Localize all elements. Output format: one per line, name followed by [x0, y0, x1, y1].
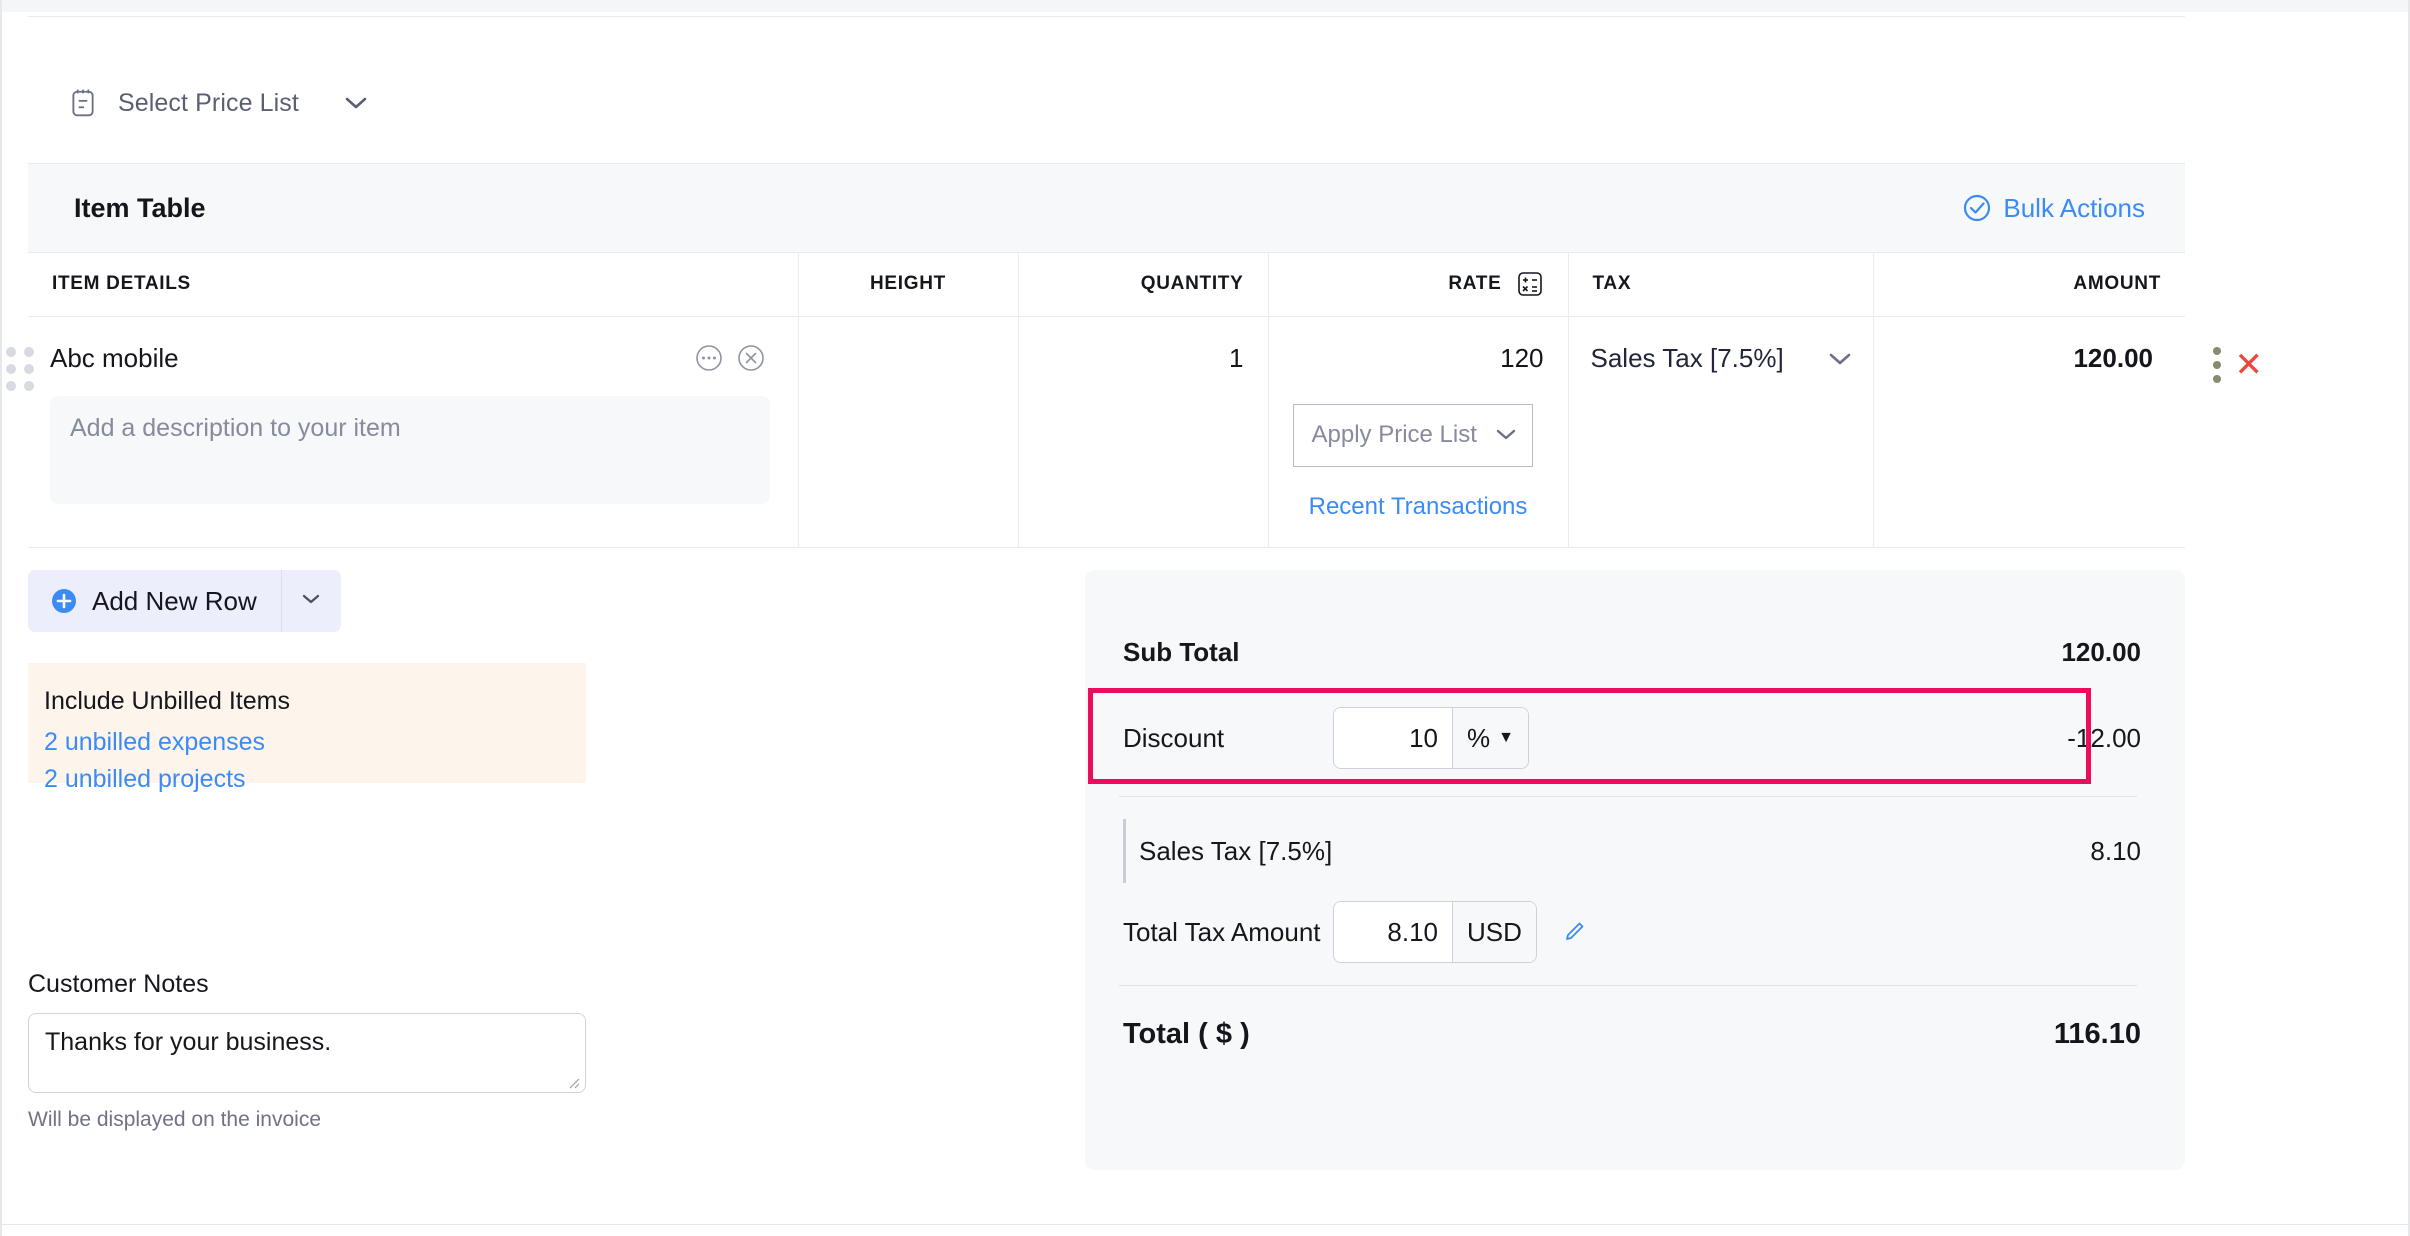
col-header-item-details: ITEM DETAILS [28, 253, 798, 317]
frame-left-border [0, 0, 2, 1236]
item-table-title: Item Table [74, 192, 206, 223]
discount-value: -12.00 [2067, 722, 2141, 753]
item-table-header: Item Table Bulk Actions [28, 163, 2185, 253]
item-name[interactable]: Abc mobile [50, 343, 179, 374]
tax-dropdown[interactable]: Sales Tax [7.5%] [1569, 317, 1873, 374]
total-tax-input[interactable] [1334, 902, 1452, 962]
discount-label: Discount [1123, 722, 1225, 753]
chevron-down-icon: ▼ [1498, 729, 1514, 746]
grand-total-label: Total ( $ ) [1123, 1017, 1250, 1050]
check-circle-icon [1962, 193, 1992, 223]
invoice-item-editor-page: Select Price List Item Table Bulk Action… [0, 0, 2410, 1236]
apply-price-list-label: Apply Price List [1311, 421, 1477, 448]
total-tax-label: Total Tax Amount [1123, 916, 1321, 947]
add-new-row-button[interactable]: Add New Row [28, 570, 281, 632]
chevron-down-icon [1827, 343, 1853, 374]
total-tax-currency: USD [1452, 902, 1536, 962]
customer-notes-hint: Will be displayed on the invoice [28, 1108, 321, 1131]
cell-tax: Sales Tax [7.5%] [1567, 316, 1873, 548]
select-price-list-dropdown[interactable]: Select Price List [70, 88, 369, 118]
add-new-row-label: Add New Row [92, 585, 257, 616]
top-divider [28, 16, 2185, 17]
add-new-row-button-group[interactable]: Add New Row [28, 570, 341, 632]
cell-amount: 120.00 ✕ [1872, 316, 2263, 548]
total-tax-currency-label: USD [1467, 916, 1522, 947]
totals-divider-1 [1119, 796, 2137, 797]
cell-item-details: Abc mobile Add a description to your ite… [6, 316, 798, 548]
item-table-head: ITEM DETAILS HEIGHT QUANTITY RATE TAX AM… [28, 253, 2185, 317]
recent-transactions-link[interactable]: Recent Transactions [1293, 493, 1544, 521]
cell-rate: 120 Apply Price List Recent Transactions [1267, 316, 1568, 548]
delete-row-icon[interactable]: ✕ [2235, 348, 2264, 382]
discount-input-group: % ▼ [1333, 707, 1529, 769]
totals-panel: Sub Total 120.00 Discount % ▼ -12.00 Sal… [1085, 570, 2185, 1170]
chevron-down-icon [321, 95, 369, 111]
calculator-icon[interactable] [1516, 270, 1544, 298]
customer-notes-label: Customer Notes [28, 970, 209, 998]
rate-value[interactable]: 120 [1293, 343, 1543, 374]
item-table: ITEM DETAILS HEIGHT QUANTITY RATE TAX AM… [6, 253, 2263, 548]
customer-notes-input[interactable] [28, 1013, 586, 1093]
discount-unit-label: % [1467, 722, 1491, 753]
row-more-options-icon[interactable] [2212, 346, 2221, 383]
sales-tax-label: Sales Tax [7.5%] [1139, 835, 1333, 866]
discount-unit-dropdown[interactable]: % ▼ [1452, 708, 1528, 768]
top-strip [0, 0, 2410, 12]
grand-total-value: 116.10 [2053, 1017, 2141, 1050]
height-value [799, 317, 1018, 343]
item-table-card: Item Table Bulk Actions ITEM DETAILS HEI… [6, 163, 2263, 548]
cell-height[interactable] [797, 316, 1018, 548]
col-header-height: HEIGHT [797, 253, 1018, 317]
sales-tax-row: Sales Tax [7.5%] 8.10 [1123, 813, 2141, 889]
total-tax-amount-row: Total Tax Amount USD . [1123, 889, 2141, 975]
bulk-actions-label: Bulk Actions [2003, 192, 2145, 223]
add-new-row-dropdown-toggle[interactable] [280, 570, 341, 632]
sub-total-label: Sub Total [1123, 636, 1240, 667]
unbilled-title: Include Unbilled Items [44, 687, 290, 715]
table-row: Abc mobile Add a description to your ite… [6, 316, 2263, 548]
plus-circle-icon [50, 587, 78, 615]
sub-total-row: Sub Total 120.00 [1123, 616, 2141, 688]
col-header-rate: RATE [1267, 253, 1568, 317]
bulk-actions-button[interactable]: Bulk Actions [1962, 193, 2145, 224]
item-table-body: Abc mobile Add a description to your ite… [6, 316, 2263, 548]
sub-total-value: 120.00 [2061, 636, 2141, 667]
col-header-rate-label: RATE [1448, 273, 1502, 295]
grand-total-row: Total ( $ ) 116.10 [1123, 986, 2141, 1082]
sales-tax-value: 8.10 [2090, 835, 2141, 866]
table-header-row: ITEM DETAILS HEIGHT QUANTITY RATE TAX AM… [28, 253, 2185, 317]
apply-price-list-dropdown[interactable]: Apply Price List [1292, 403, 1533, 467]
select-price-list-label: Select Price List [118, 88, 299, 117]
total-tax-input-group: USD [1333, 901, 1537, 963]
quantity-value: 1 [1229, 342, 1244, 373]
cell-quantity[interactable]: 1 [1017, 316, 1268, 548]
discount-row: Discount % ▼ -12.00 [1088, 688, 2141, 784]
chevron-down-icon [300, 592, 322, 611]
tax-value: Sales Tax [7.5%] [1590, 342, 1784, 373]
col-header-quantity: QUANTITY [1017, 253, 1268, 317]
discount-input[interactable] [1334, 708, 1452, 768]
remove-item-circle-icon[interactable] [736, 343, 766, 373]
unbilled-expenses-link[interactable]: 2 unbilled expenses [44, 728, 586, 757]
col-header-tax: TAX [1567, 253, 1873, 317]
drag-handle-icon[interactable] [6, 346, 34, 391]
edit-pencil-icon[interactable] [1537, 917, 1589, 947]
chevron-down-icon [1494, 421, 1518, 449]
clipboard-icon [70, 88, 96, 118]
unbilled-projects-link[interactable]: 2 unbilled projects [44, 765, 586, 794]
footer-divider [0, 1224, 2410, 1225]
include-unbilled-items-panel: Include Unbilled Items 2 unbilled expens… [28, 663, 586, 793]
more-options-circle-icon[interactable] [694, 343, 724, 373]
sales-tax-accent-bar [1123, 819, 1126, 883]
amount-value: 120.00 [2073, 342, 2153, 373]
item-description-input[interactable]: Add a description to your item [50, 395, 770, 504]
col-header-amount: AMOUNT [1872, 253, 2185, 317]
